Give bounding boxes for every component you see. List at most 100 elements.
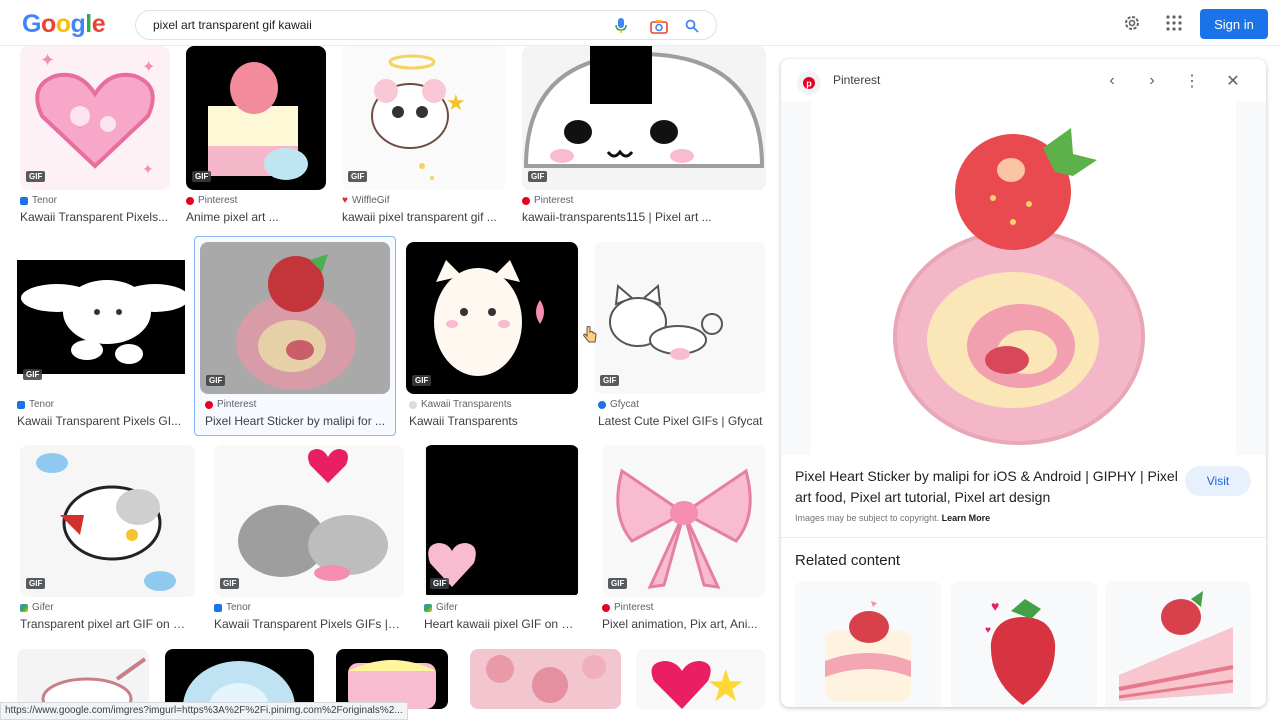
result-thumbnail[interactable]: GIF [214,445,404,597]
svg-text:p: p [806,78,812,88]
result-title[interactable]: Kawaii Transparent Pixels GIFs | ... [214,617,400,631]
apps-grid-icon[interactable] [1164,13,1184,33]
heart-icon: ♥ [342,195,348,206]
sign-in-button[interactable]: Sign in [1200,9,1268,39]
result-tile[interactable]: GIF Pinterest Pixel animation, Pix art, … [602,445,766,635]
result-thumbnail[interactable] [17,649,149,709]
gif-badge: GIF [23,369,43,380]
pinterest-icon [602,603,610,612]
result-title[interactable]: Kawaii Transparent Pixels GI... [17,414,183,428]
google-logo[interactable]: Google [22,10,106,39]
camera-lens-icon[interactable] [650,17,668,35]
result-thumbnail[interactable]: GIF [594,242,766,394]
tenor-icon [20,196,28,205]
result-source: Tenor [214,602,251,613]
source-label: WiffleGif [351,195,390,206]
related-card[interactable]: ♥ ♥ [951,581,1097,707]
result-thumbnail[interactable]: ★ [636,649,766,709]
copyright-notice: Images may be subject to copyright. Lear… [795,513,990,523]
result-thumbnail[interactable]: GIF [406,242,578,394]
search-input[interactable]: pixel art transparent gif kawaii [153,18,312,32]
search-icon[interactable] [683,17,701,35]
logo-letter: o [40,10,56,38]
more-vert-icon[interactable]: ⋮ [1182,71,1202,91]
result-tile[interactable]: GIF Gifer Heart kawaii pixel GIF on GI..… [424,445,579,635]
source-label: Pinterest [198,195,238,206]
result-thumbnail[interactable]: GIF [186,46,326,190]
result-title[interactable]: Heart kawaii pixel GIF on GI... [424,617,579,631]
result-thumbnail[interactable]: GIF [424,445,579,597]
result-title[interactable]: Anime pixel art ... [186,210,326,224]
gear-icon[interactable] [1122,13,1142,33]
preview-title[interactable]: Pixel Heart Sticker by malipi for iOS & … [795,466,1180,508]
chevron-left-icon[interactable]: ‹ [1102,71,1122,91]
source-label: Tenor [32,195,58,206]
result-tile[interactable]: GIF Gfycat Latest Cute Pixel GIFs | Gfyc… [594,242,766,432]
result-tile[interactable]: GIF Tenor Kawaii Transparent Pixels GIFs… [214,445,404,635]
pinterest-icon [205,400,213,409]
pinterest-icon: p [797,71,821,95]
result-title[interactable]: Kawaii Transparent Pixels... [20,210,170,224]
result-title[interactable]: Pixel animation, Pix art, Ani... [602,617,762,631]
result-tile[interactable]: ✦ ✦ ✦ GIF Tenor Kawaii Transparent Pixels.… [20,46,170,236]
result-title[interactable]: Pixel Heart Sticker by malipi for ... [205,414,390,428]
result-thumbnail[interactable]: ★ GIF [342,46,506,190]
search-box[interactable]: pixel art transparent gif kawaii [135,10,717,40]
status-bar-url: https://www.google.com/imgres?imgurl=htt… [0,702,408,720]
source-label: Gfycat [610,399,639,410]
svg-text:★: ★ [706,662,745,709]
tenor-icon [214,603,222,612]
related-card[interactable] [1105,581,1251,707]
source-label: Tenor [29,399,55,410]
related-card[interactable] [795,581,941,707]
chevron-right-icon[interactable]: › [1142,71,1162,91]
svg-text:♥: ♥ [985,625,991,636]
result-tile[interactable]: GIF Kawaii Transparents Kawaii Transpare… [406,242,578,432]
result-title[interactable]: kawaii-transparents115 | Pixel art ... [522,210,762,224]
result-title[interactable]: Latest Cute Pixel GIFs | Gfycat [598,414,766,428]
result-thumbnail[interactable]: GIF [522,46,766,190]
gif-badge: GIF [412,375,432,386]
panel-divider [781,537,1266,538]
tenor-icon [17,400,25,409]
preview-image[interactable] [781,102,1266,455]
result-thumbnail[interactable]: GIF [200,242,390,394]
result-source: Pinterest [522,195,573,206]
result-source: ♥ WiffleGif [342,195,390,206]
result-thumbnail[interactable]: GIF [602,445,766,597]
result-thumbnail[interactable]: ✦ ✦ ✦ GIF [20,46,170,190]
result-tile[interactable]: GIF Pinterest kawaii-transparents115 | P… [522,46,766,236]
close-icon[interactable]: ✕ [1223,71,1243,91]
result-thumbnail[interactable]: GIF [20,445,195,597]
copyright-text: Images may be subject to copyright. [795,513,940,523]
result-tile[interactable]: GIF Gifer Transparent pixel art GIF on G… [20,445,195,635]
microphone-icon[interactable] [612,17,630,35]
result-source: Gifer [424,602,458,613]
gif-badge: GIF [220,578,240,589]
svg-text:✦: ✦ [142,59,155,76]
visit-button[interactable]: Visit [1185,466,1251,496]
gif-badge: GIF [206,375,226,386]
result-thumbnail[interactable]: GIF [17,242,185,388]
result-title[interactable]: Kawaii Transparents [409,414,577,428]
result-source: Kawaii Transparents [409,399,512,410]
panel-source-label[interactable]: Pinterest [833,73,880,87]
result-title[interactable]: Transparent pixel art GIF on GI... [20,617,192,631]
top-header: Google pixel art transparent gif kawaii … [0,0,1280,46]
result-source: Pinterest [205,399,256,410]
source-label: Pinterest [614,602,654,613]
result-thumbnail[interactable] [336,649,448,709]
result-thumbnail[interactable] [470,649,621,709]
related-content-heading: Related content [795,552,901,569]
result-tile[interactable]: GIF Pinterest Anime pixel art ... [186,46,326,236]
result-title[interactable]: kawaii pixel transparent gif ... [342,210,506,224]
result-tile[interactable]: ★ GIF ♥ WiffleGif kawaii pixel transparen… [342,46,506,236]
svg-text:★: ★ [446,90,466,115]
learn-more-link[interactable]: Learn More [942,513,991,523]
result-thumbnail[interactable] [165,649,314,709]
logo-letter: g [70,10,86,38]
result-tile[interactable]: GIF Tenor Kawaii Transparent Pixels GI..… [17,242,185,432]
result-source: Tenor [17,399,54,410]
gifer-icon [20,603,28,612]
result-tile-selected[interactable]: GIF Pinterest Pixel Heart Sticker by mal… [200,242,390,432]
